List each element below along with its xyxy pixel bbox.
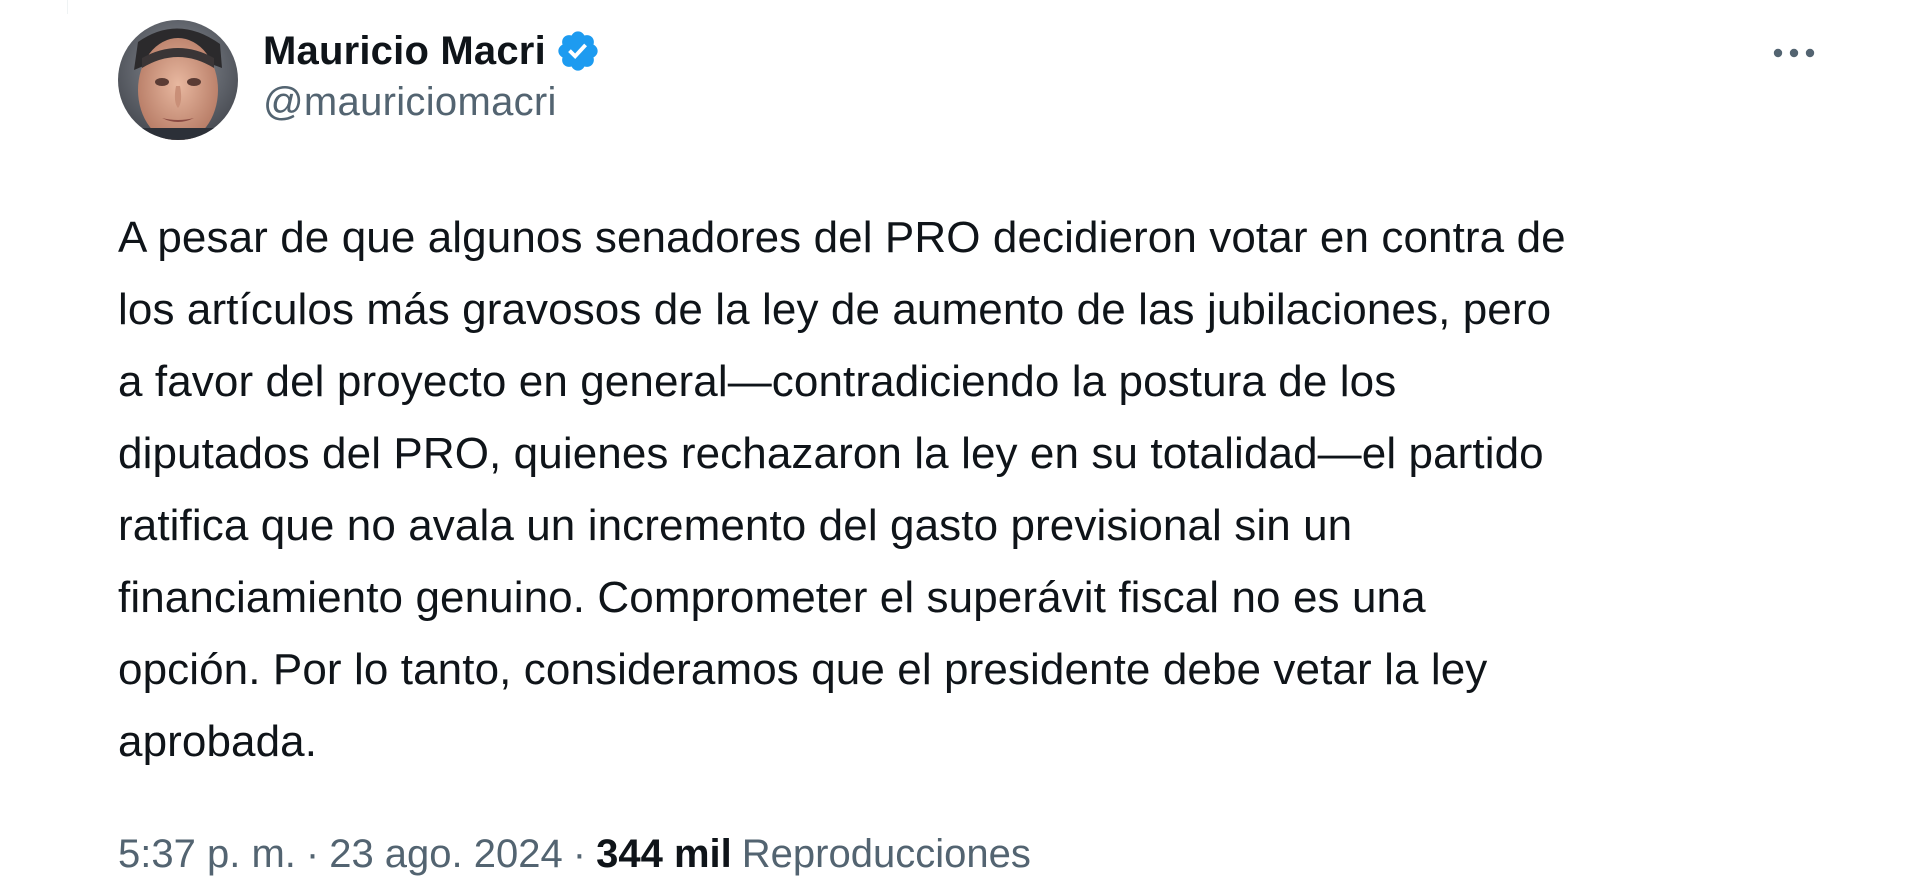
tweet-date[interactable]: 23 ago. 2024 <box>329 832 563 877</box>
verified-badge-icon[interactable] <box>555 28 601 74</box>
views-label: Reproducciones <box>741 832 1031 876</box>
avatar-photo <box>118 20 238 140</box>
author-handle[interactable]: @mauriciomacri <box>263 80 601 125</box>
name-row: Mauricio Macri <box>263 26 601 76</box>
tweet-header: Mauricio Macri @mauriciomacri <box>118 20 1818 144</box>
tweet-text: A pesar de que algunos senadores del PRO… <box>118 213 1566 766</box>
tweet: Mauricio Macri @mauriciomacri A pesar de… <box>118 20 1818 877</box>
meta-separator: · <box>572 832 587 876</box>
author-names: Mauricio Macri @mauriciomacri <box>263 26 601 125</box>
views-count: 344 mil <box>596 832 732 876</box>
tweet-meta: 5:37 p. m. · 23 ago. 2024 · 344 mil Repr… <box>118 832 1818 877</box>
meta-separator: · <box>305 832 320 876</box>
tweet-time[interactable]: 5:37 p. m. <box>118 832 296 877</box>
author-display-name[interactable]: Mauricio Macri <box>263 29 546 74</box>
timeline-divider <box>67 0 68 14</box>
avatar[interactable] <box>118 20 238 140</box>
more-options-icon[interactable] <box>1770 46 1818 60</box>
